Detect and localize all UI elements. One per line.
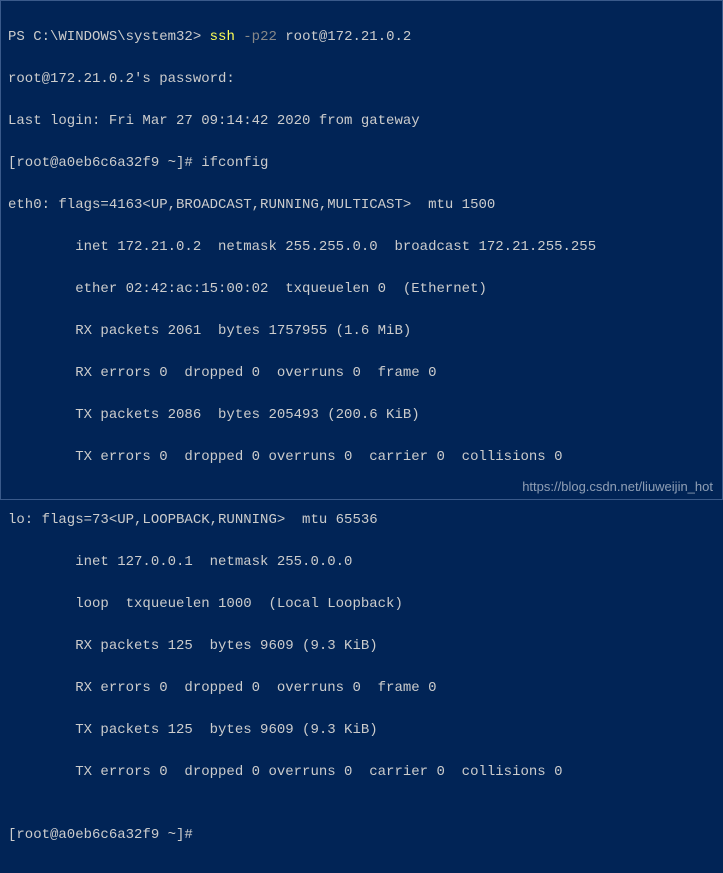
- lo-tx-errors: TX errors 0 dropped 0 overruns 0 carrier…: [8, 762, 715, 783]
- password-prompt: root@172.21.0.2's password:: [8, 69, 715, 90]
- eth0-inet: inet 172.21.0.2 netmask 255.255.0.0 broa…: [8, 237, 715, 258]
- terminal-output[interactable]: PS C:\WINDOWS\system32> ssh -p22 root@17…: [0, 0, 723, 873]
- watermark-text: https://blog.csdn.net/liuweijin_hot: [522, 479, 713, 494]
- eth0-header: eth0: flags=4163<UP,BROADCAST,RUNNING,MU…: [8, 195, 715, 216]
- ssh-target: root@172.21.0.2: [277, 29, 411, 45]
- lo-header: lo: flags=73<UP,LOOPBACK,RUNNING> mtu 65…: [8, 510, 715, 531]
- lo-inet: inet 127.0.0.1 netmask 255.0.0.0: [8, 552, 715, 573]
- eth0-ether: ether 02:42:ac:15:00:02 txqueuelen 0 (Et…: [8, 279, 715, 300]
- last-login: Last login: Fri Mar 27 09:14:42 2020 fro…: [8, 111, 715, 132]
- eth0-tx-errors: TX errors 0 dropped 0 overruns 0 carrier…: [8, 447, 715, 468]
- eth0-rx-packets: RX packets 2061 bytes 1757955 (1.6 MiB): [8, 321, 715, 342]
- ssh-arg: -p22: [235, 29, 277, 45]
- eth0-tx-packets: TX packets 2086 bytes 205493 (200.6 KiB): [8, 405, 715, 426]
- ssh-command: ssh: [210, 29, 235, 45]
- lo-tx-packets: TX packets 125 bytes 9609 (9.3 KiB): [8, 720, 715, 741]
- lo-rx-packets: RX packets 125 bytes 9609 (9.3 KiB): [8, 636, 715, 657]
- ps-prompt: PS C:\WINDOWS\system32>: [8, 29, 210, 45]
- prompt-line: PS C:\WINDOWS\system32> ssh -p22 root@17…: [8, 27, 715, 48]
- shell-prompt-idle: [root@a0eb6c6a32f9 ~]#: [8, 825, 715, 846]
- shell-prompt-ifconfig: [root@a0eb6c6a32f9 ~]# ifconfig: [8, 153, 715, 174]
- eth0-rx-errors: RX errors 0 dropped 0 overruns 0 frame 0: [8, 363, 715, 384]
- lo-loop: loop txqueuelen 1000 (Local Loopback): [8, 594, 715, 615]
- lo-rx-errors: RX errors 0 dropped 0 overruns 0 frame 0: [8, 678, 715, 699]
